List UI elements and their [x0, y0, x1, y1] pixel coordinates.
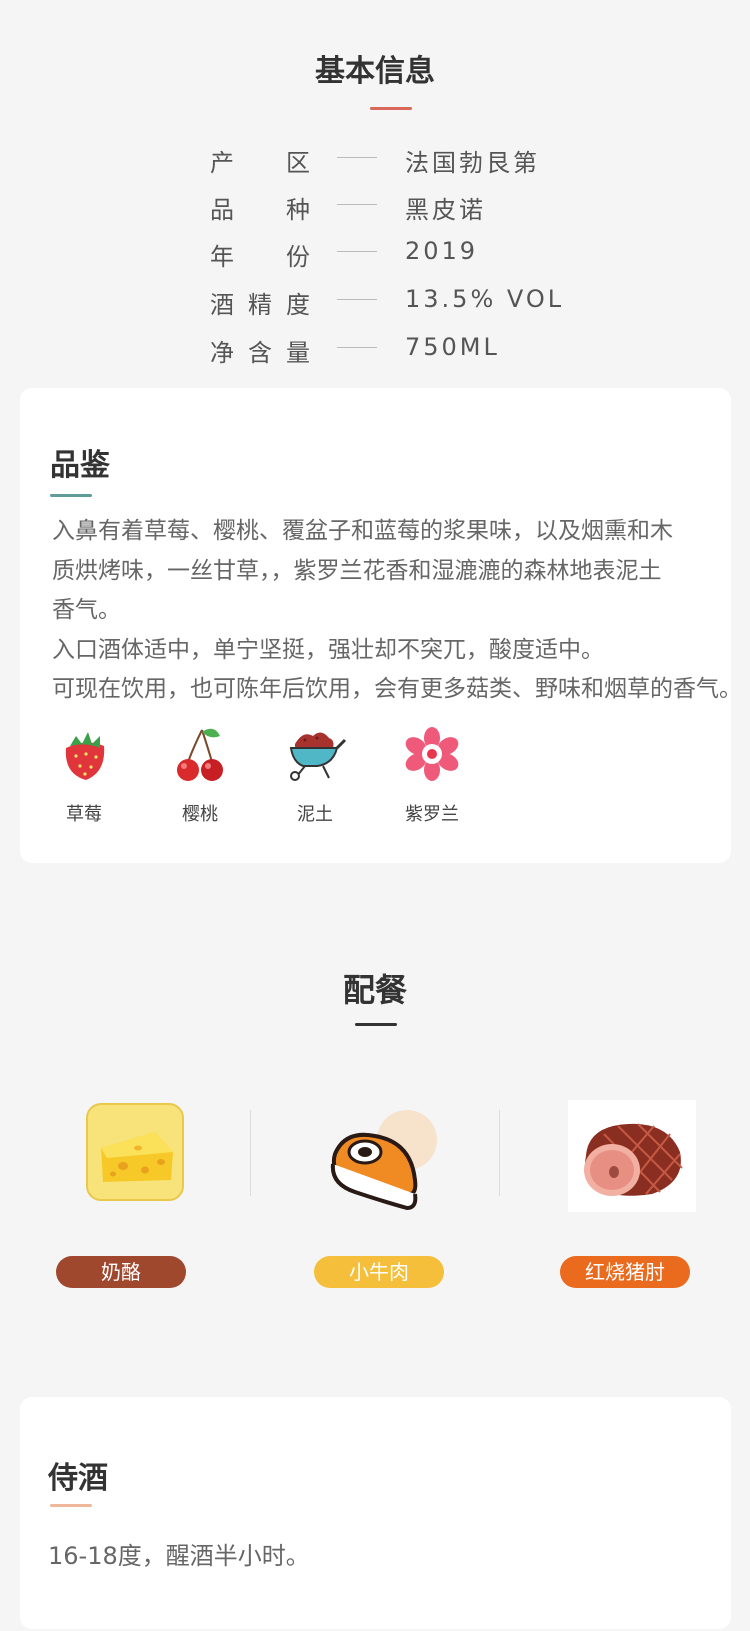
serving-title: 侍酒 [48, 1461, 108, 1496]
aroma-label: 樱桃 [182, 804, 218, 825]
info-row-volume: 净 含 量 750ML [0, 333, 750, 373]
pairing-title: 配餐 [342, 971, 407, 1009]
aroma-label: 泥土 [297, 804, 333, 825]
food-veal [300, 1100, 450, 1218]
braised-pork-knuckle-icon [567, 1100, 696, 1212]
info-value-variety: 黑皮诺 [405, 196, 486, 224]
info-divider [337, 204, 377, 205]
tasting-title: 品鉴 [50, 448, 110, 483]
label-char: 年 [210, 243, 234, 271]
tasting-line: 入口酒体适中，单宁坚挺，强壮却不突兀，酸度适中。 [52, 636, 604, 663]
tasting-card: 品鉴 入鼻有着草莓、樱桃、覆盆子和蓝莓的浆果味，以及烟熏和木 质烘烤味，一丝甘草… [20, 388, 731, 863]
tasting-line: 香气。 [52, 597, 121, 623]
info-label-abv: 酒 精 度 [210, 285, 310, 320]
info-divider [337, 157, 377, 158]
label-char: 酒 [210, 291, 234, 319]
food-label-pork: 红烧猪肘 [560, 1256, 690, 1288]
soil-wheelbarrow-icon [289, 732, 347, 781]
serving-card: 侍酒 [20, 1397, 731, 1629]
aroma-violet: 紫罗兰 [382, 726, 482, 826]
food-pork [555, 1100, 705, 1216]
label-char: 含 [248, 339, 272, 367]
info-row-vintage: 年 份 2019 [0, 237, 750, 277]
info-value-volume: 750ML [405, 333, 500, 361]
info-value-origin: 法国勃艮第 [405, 149, 540, 177]
cherry-icon [177, 728, 223, 781]
label-char: 量 [286, 339, 310, 367]
basic-info-underline [370, 107, 412, 110]
pairing-divider [499, 1110, 500, 1196]
label-char: 净 [210, 339, 234, 367]
cheese-icon [85, 1103, 184, 1201]
info-value-vintage: 2019 [405, 237, 479, 265]
violet-flower-icon [405, 727, 459, 781]
info-value-abv: 13.5% VOL [405, 285, 565, 313]
food-label-cheese: 奶酪 [56, 1256, 186, 1288]
info-label-variety: 品 种 [210, 190, 310, 225]
label-char: 区 [286, 149, 310, 177]
info-row-origin: 产 区 法国勃艮第 [0, 143, 750, 183]
basic-info-title: 基本信息 [315, 54, 435, 89]
info-divider [337, 299, 377, 300]
tasting-notes: 入鼻有着草莓、樱桃、覆盆子和蓝莓的浆果味，以及烟熏和木 质烘烤味，一丝甘草，，紫… [52, 512, 731, 710]
label-char: 产 [210, 149, 234, 177]
label-char: 种 [286, 196, 310, 224]
info-label-volume: 净 含 量 [210, 333, 310, 368]
serving-underline [50, 1504, 92, 1507]
pairing-divider [250, 1110, 251, 1196]
label-char: 份 [286, 243, 310, 271]
info-divider [337, 347, 377, 348]
tasting-line: 质烘烤味，一丝甘草，，紫罗兰花香和湿漉漉的森林地表泥土 [52, 557, 662, 584]
aroma-cherry: 樱桃 [150, 726, 250, 826]
label-char: 精 [248, 291, 272, 319]
serving-text: 16-18度，醒酒半小时。 [48, 1542, 310, 1570]
aroma-label: 紫罗兰 [405, 804, 459, 825]
info-label-origin: 产 区 [210, 143, 310, 178]
veal-steak-icon [330, 1110, 437, 1211]
info-row-abv: 酒 精 度 13.5% VOL [0, 285, 750, 325]
info-label-vintage: 年 份 [210, 237, 310, 272]
info-row-variety: 品 种 黑皮诺 [0, 190, 750, 230]
food-label-veal: 小牛肉 [314, 1256, 444, 1288]
info-divider [337, 251, 377, 252]
label-char: 品 [210, 196, 234, 224]
aroma-strawberry: 草莓 [34, 726, 134, 826]
tasting-line: 入鼻有着草莓、樱桃、覆盆子和蓝莓的浆果味，以及烟熏和木 [52, 518, 673, 544]
food-cheese [48, 1100, 198, 1208]
tasting-underline [50, 494, 92, 497]
aroma-soil: 泥土 [265, 726, 365, 826]
label-char: 度 [286, 291, 310, 319]
tasting-line: 可现在饮用，也可陈年后饮用，会有更多菇类、野味和烟草的香气。 [52, 676, 731, 702]
aroma-label: 草莓 [66, 804, 102, 825]
strawberry-icon [65, 732, 105, 780]
pairing-underline [355, 1023, 397, 1026]
